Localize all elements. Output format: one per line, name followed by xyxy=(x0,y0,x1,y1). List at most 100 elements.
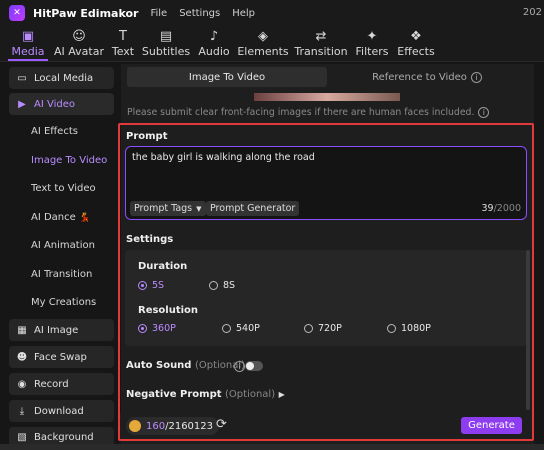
settings-title: Settings xyxy=(126,234,174,245)
notice-text: Please submit clear front-facing images … xyxy=(127,107,475,118)
tool-label: Transition xyxy=(294,45,348,58)
tool-media[interactable]: ▣ Media xyxy=(8,27,48,61)
sidebar-sub-text-to-video[interactable]: Text to Video xyxy=(31,183,96,194)
refresh-icon[interactable]: ⟳ xyxy=(216,417,227,432)
settings-scrollbar[interactable] xyxy=(526,250,530,410)
effects-icon: ❖ xyxy=(410,29,422,44)
duration-5s-radio[interactable]: 5S xyxy=(138,280,164,291)
radio-dot xyxy=(209,281,218,290)
sidebar-item-download[interactable]: ⤓ Download xyxy=(9,400,114,422)
text-icon: T xyxy=(119,29,127,44)
sidebar-sub-ai-effects[interactable]: AI Effects xyxy=(31,126,78,137)
sidebar-sub-my-creations[interactable]: My Creations xyxy=(31,297,96,308)
info-icon[interactable]: i xyxy=(470,71,482,83)
optional-text: (Optional) xyxy=(225,389,276,400)
sidebar-item-label: Download xyxy=(34,405,84,417)
folder-icon: ▭ xyxy=(17,72,27,84)
tab-image-to-video[interactable]: Image To Video xyxy=(127,67,327,87)
face-swap-icon: ☻ xyxy=(16,351,28,363)
menu-settings[interactable]: Settings xyxy=(179,8,220,19)
tool-filters[interactable]: ✦ Filters xyxy=(354,27,390,61)
coin-icon xyxy=(129,420,141,432)
app-logo-icon: ✕ xyxy=(9,5,25,21)
tool-label: Audio xyxy=(198,45,230,58)
tool-elements[interactable]: ◈ Elements xyxy=(237,27,288,61)
tool-label: Media xyxy=(11,45,45,58)
tool-ai-avatar[interactable]: ☺ AI Avatar xyxy=(54,27,104,61)
sidebar-item-ai-image[interactable]: ▦ AI Image xyxy=(9,319,114,341)
prompt-title: Prompt xyxy=(126,131,168,142)
info-icon[interactable]: i xyxy=(234,361,245,372)
sidebar-item-label: AI Video xyxy=(34,98,75,110)
sidebar-item-ai-video[interactable]: ▶ AI Video xyxy=(9,93,114,115)
resolution-1080p-radio[interactable]: 1080P xyxy=(387,323,431,334)
tool-text[interactable]: T Text xyxy=(109,27,137,61)
resolution-360p-radio[interactable]: 360P xyxy=(138,323,176,334)
audio-icon: ♪ xyxy=(209,29,219,44)
sidebar-sub-label: AI Dance xyxy=(31,212,76,223)
background-icon: ▧ xyxy=(17,431,27,443)
sidebar: ▭ Local Media ▶ AI Video AI Effects Imag… xyxy=(9,64,117,450)
generate-button[interactable]: Generate xyxy=(461,417,522,434)
menu-help[interactable]: Help xyxy=(232,8,255,19)
caret-down-icon: ▼ xyxy=(196,204,202,213)
info-icon[interactable]: i xyxy=(478,107,490,118)
settings-panel: Duration 5S 8S Resolution 360P 540P 720P… xyxy=(125,250,527,346)
sidebar-sub-image-to-video[interactable]: Image To Video xyxy=(31,155,107,166)
uploaded-image-thumbnail xyxy=(254,93,400,101)
image-icon: ▦ xyxy=(17,324,27,336)
sidebar-sub-ai-dance[interactable]: AI Dance 💃 xyxy=(31,212,90,223)
auto-sound-toggle[interactable] xyxy=(245,361,263,371)
tool-subtitles[interactable]: ▤ Subtitles xyxy=(141,27,191,61)
tab-label: Reference to Video xyxy=(372,71,467,83)
duration-8s-radio[interactable]: 8S xyxy=(209,280,235,291)
media-icon: ▣ xyxy=(21,29,35,44)
sidebar-item-label: AI Image xyxy=(34,324,79,336)
prompt-generator-button[interactable]: Prompt Generator xyxy=(206,201,300,216)
sidebar-sub-ai-animation[interactable]: AI Animation xyxy=(31,240,95,251)
subtitles-icon: ▤ xyxy=(159,29,173,44)
resolution-540p-radio[interactable]: 540P xyxy=(222,323,260,334)
tool-audio[interactable]: ♪ Audio xyxy=(197,27,231,61)
radio-dot xyxy=(304,324,313,333)
radio-dot xyxy=(138,324,147,333)
prompt-tags-label: Prompt Tags xyxy=(134,203,193,214)
expand-arrow-icon: ▶ xyxy=(278,390,285,399)
video-icon: ▶ xyxy=(18,98,26,110)
mode-tabs: Image To Video Reference to Video i xyxy=(127,67,527,87)
sidebar-sub-ai-transition[interactable]: AI Transition xyxy=(31,269,92,280)
elements-icon: ◈ xyxy=(258,29,268,44)
sidebar-item-face-swap[interactable]: ☻ Face Swap xyxy=(9,346,114,368)
auto-sound-label: Auto Sound (Optional) xyxy=(126,360,245,371)
radio-label: 1080P xyxy=(401,323,431,334)
sidebar-item-label: Local Media xyxy=(34,72,94,84)
title-bar: ✕ HitPaw Edimakor File Settings Help 202 xyxy=(0,0,544,26)
timeline-edge xyxy=(0,444,544,450)
dance-emoji-icon: 💃 xyxy=(78,213,91,223)
tab-label: Image To Video xyxy=(188,71,266,83)
app-title: HitPaw Edimakor xyxy=(33,6,139,20)
credit-counter: 160/2160123 xyxy=(126,417,219,435)
resolution-label: Resolution xyxy=(138,305,199,316)
resolution-720p-radio[interactable]: 720P xyxy=(304,323,342,334)
prompt-tags-dropdown[interactable]: Prompt Tags ▼ xyxy=(130,201,206,216)
tool-label: Effects xyxy=(397,45,435,58)
sidebar-item-local-media[interactable]: ▭ Local Media xyxy=(9,67,114,89)
sidebar-item-label: Face Swap xyxy=(34,351,87,363)
tool-label: Subtitles xyxy=(141,45,191,58)
tool-label: Filters xyxy=(355,45,389,58)
tool-label: AI Avatar xyxy=(54,45,104,58)
radio-dot xyxy=(222,324,231,333)
tool-transition[interactable]: ⇄ Transition xyxy=(294,27,348,61)
avatar-icon: ☺ xyxy=(72,29,86,44)
credits-used: 160 xyxy=(146,420,166,432)
tool-effects[interactable]: ❖ Effects xyxy=(396,27,436,61)
prompt-input[interactable]: the baby girl is walking along the road … xyxy=(125,146,527,220)
tab-reference-to-video[interactable]: Reference to Video i xyxy=(327,67,527,87)
sidebar-item-record[interactable]: ◉ Record xyxy=(9,373,114,395)
transition-icon: ⇄ xyxy=(315,29,327,44)
menu-file[interactable]: File xyxy=(150,8,167,19)
negative-prompt-label[interactable]: Negative Prompt (Optional) ▶ xyxy=(126,389,285,400)
radio-dot xyxy=(138,281,147,290)
filters-icon: ✦ xyxy=(366,29,378,44)
